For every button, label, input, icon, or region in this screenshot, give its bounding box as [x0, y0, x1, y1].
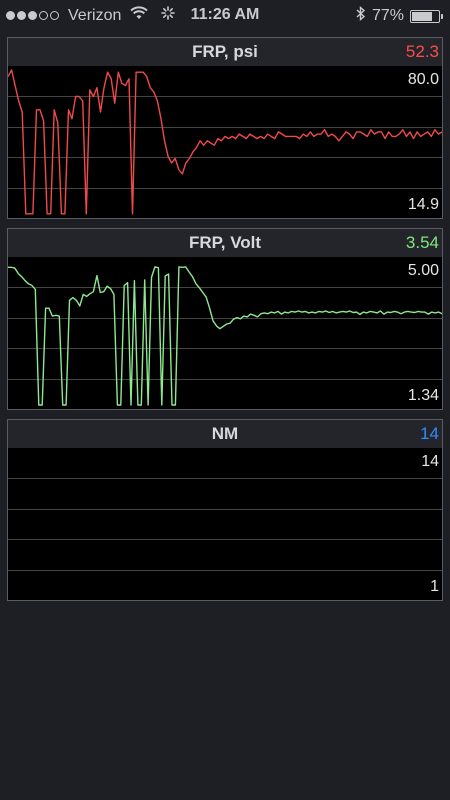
chart-max-label: 80.0 [407, 71, 439, 88]
chart-svg [8, 478, 442, 571]
chart-min-label: 14.9 [407, 196, 439, 213]
panel-current-value: 52.3 [405, 42, 439, 61]
gauge-panel-frp-volt[interactable]: FRP, Volt 3.54 5.00 1.34 [7, 228, 443, 410]
panel-header: FRP, Volt 3.54 [8, 229, 442, 257]
chart-min-label: 1 [430, 578, 439, 595]
bluetooth-icon [356, 5, 366, 26]
gauge-panel-frp-psi[interactable]: FRP, psi 52.3 80.0 14.9 [7, 37, 443, 219]
series-line [8, 69, 442, 215]
battery-level [412, 11, 433, 21]
battery-percent: 77% [371, 7, 404, 24]
chart-min-label: 1.34 [407, 387, 439, 404]
panel-current-value: 3.54 [405, 233, 439, 252]
chart-svg [8, 69, 442, 215]
status-right: 77% [356, 5, 443, 26]
battery-icon [410, 9, 443, 23]
chart-max-label: 5.00 [407, 262, 439, 279]
chart-svg [8, 266, 442, 406]
gauge-panel-nm[interactable]: NM 14 14 1 [7, 419, 443, 601]
line-chart: 14 1 [8, 448, 442, 600]
app-screen: Verizon 11:26 AM 77% FRP, psi 52.3 80.0 … [0, 0, 450, 800]
panel-header: NM 14 [8, 420, 442, 448]
panel-title: FRP, psi [192, 42, 258, 61]
panel-title: NM [211, 424, 239, 443]
chart-max-label: 14 [421, 453, 439, 470]
panel-header: FRP, psi 52.3 [8, 38, 442, 66]
panel-title: FRP, Volt [188, 233, 262, 252]
status-bar: Verizon 11:26 AM 77% [0, 0, 450, 32]
panel-current-value: 14 [420, 424, 439, 443]
line-chart: 80.0 14.9 [8, 66, 442, 218]
line-chart: 5.00 1.34 [8, 257, 442, 409]
